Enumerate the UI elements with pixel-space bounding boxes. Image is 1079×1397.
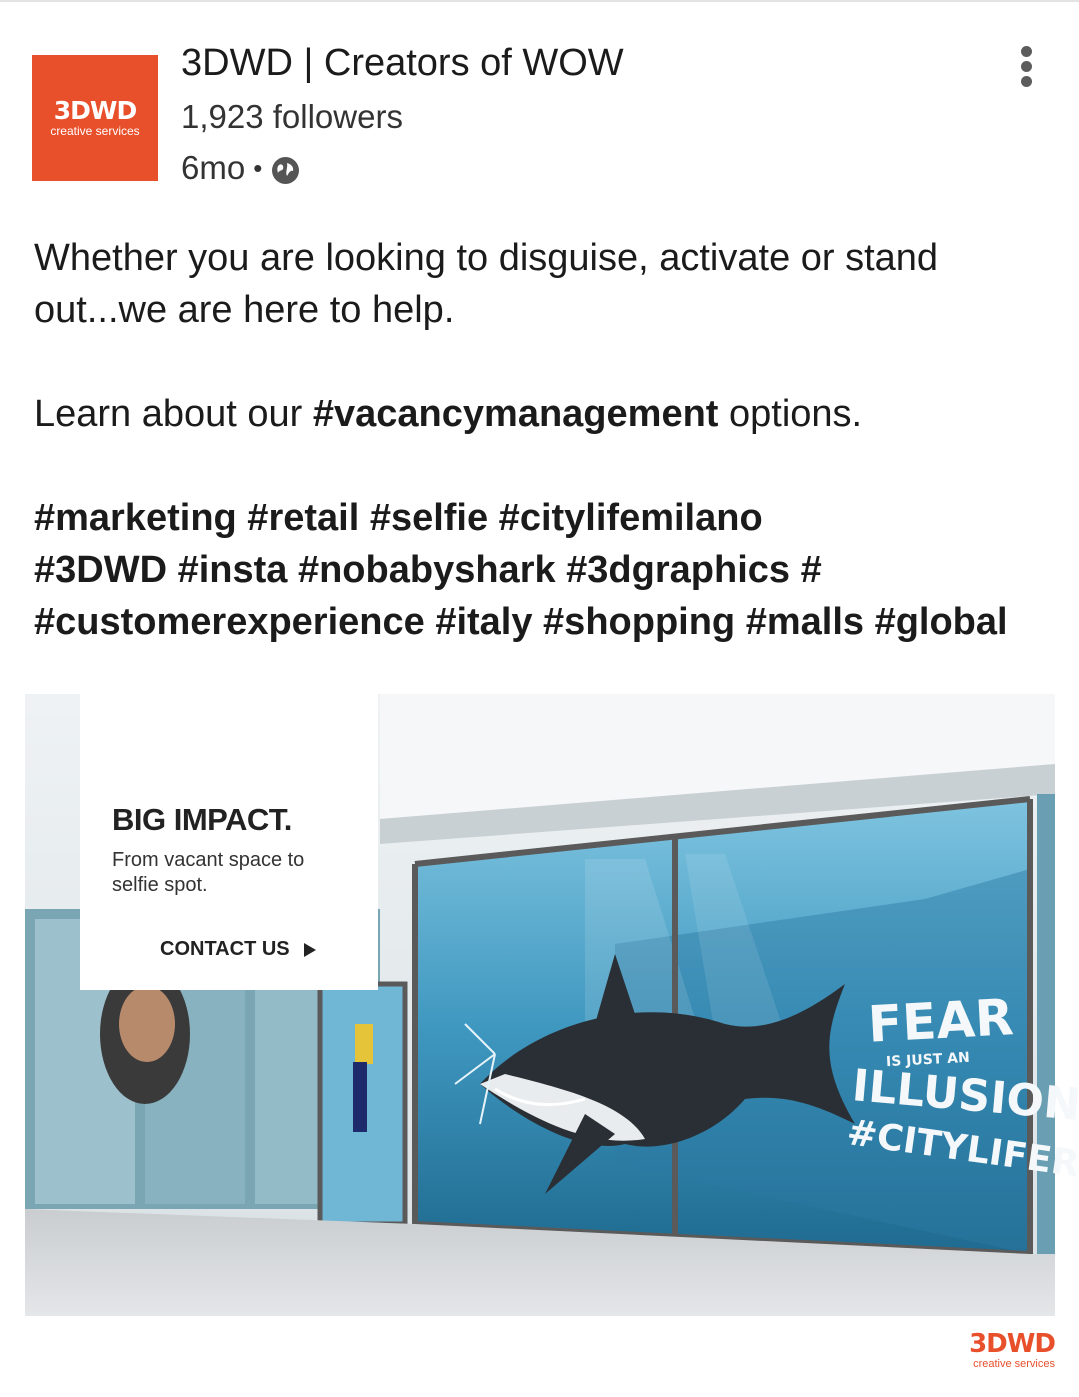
learn-suffix: options. <box>718 393 863 435</box>
post-line: Whether you are looking to disguise, act… <box>34 237 939 279</box>
post-age: 6mo <box>181 149 246 186</box>
more-dot <box>1021 61 1032 72</box>
hashtag-line[interactable]: #3DWD #insta #nobabyshark #3dgraphics # <box>34 544 1054 596</box>
post-line: out...we are here to help. <box>34 289 455 331</box>
hashtag-link[interactable]: #vacancymanagement <box>313 393 719 435</box>
footer-logo-subtext: creative services <box>973 1358 1055 1370</box>
company-logo[interactable]: 3DWD creative services <box>32 55 158 181</box>
hashtag-line[interactable]: #marketing #retail #selfie #citylifemila… <box>34 492 1054 544</box>
top-divider <box>0 0 1079 2</box>
contact-us-label: CONTACT US <box>160 938 290 960</box>
globe-icon <box>272 156 300 184</box>
more-options-button[interactable] <box>1012 44 1042 88</box>
mural-fear: FEAR <box>866 988 1015 1054</box>
follower-count: 1,923 followers <box>181 98 403 135</box>
post-line: Learn about our #vacancymanagement optio… <box>34 388 1054 440</box>
meta-separator: • <box>253 153 263 183</box>
footer-logo: 3DWD creative services <box>969 1329 1056 1370</box>
more-dot <box>1021 76 1032 87</box>
contact-us-button[interactable]: CONTACT US <box>160 938 316 961</box>
ad-subtitle: From vacant space to selfie spot. <box>112 849 305 896</box>
post-meta: 6mo • <box>181 148 300 188</box>
learn-prefix: Learn about our <box>34 393 313 435</box>
logo-text: 3DWD <box>53 96 137 125</box>
author-name[interactable]: 3DWD | Creators of WOW <box>181 40 624 86</box>
footer-logo-text: 3DWD <box>969 1329 1056 1359</box>
play-arrow-icon <box>303 942 316 957</box>
more-dot <box>1021 46 1032 57</box>
post-body: Whether you are looking to disguise, act… <box>34 232 1054 648</box>
logo-subtext: creative services <box>50 124 140 138</box>
ad-card: BIG IMPACT. From vacant space to selfie … <box>80 694 378 990</box>
ad-title: BIG IMPACT. <box>112 802 292 837</box>
hashtag-line[interactable]: #customerexperience #italy #shopping #ma… <box>34 596 1054 648</box>
